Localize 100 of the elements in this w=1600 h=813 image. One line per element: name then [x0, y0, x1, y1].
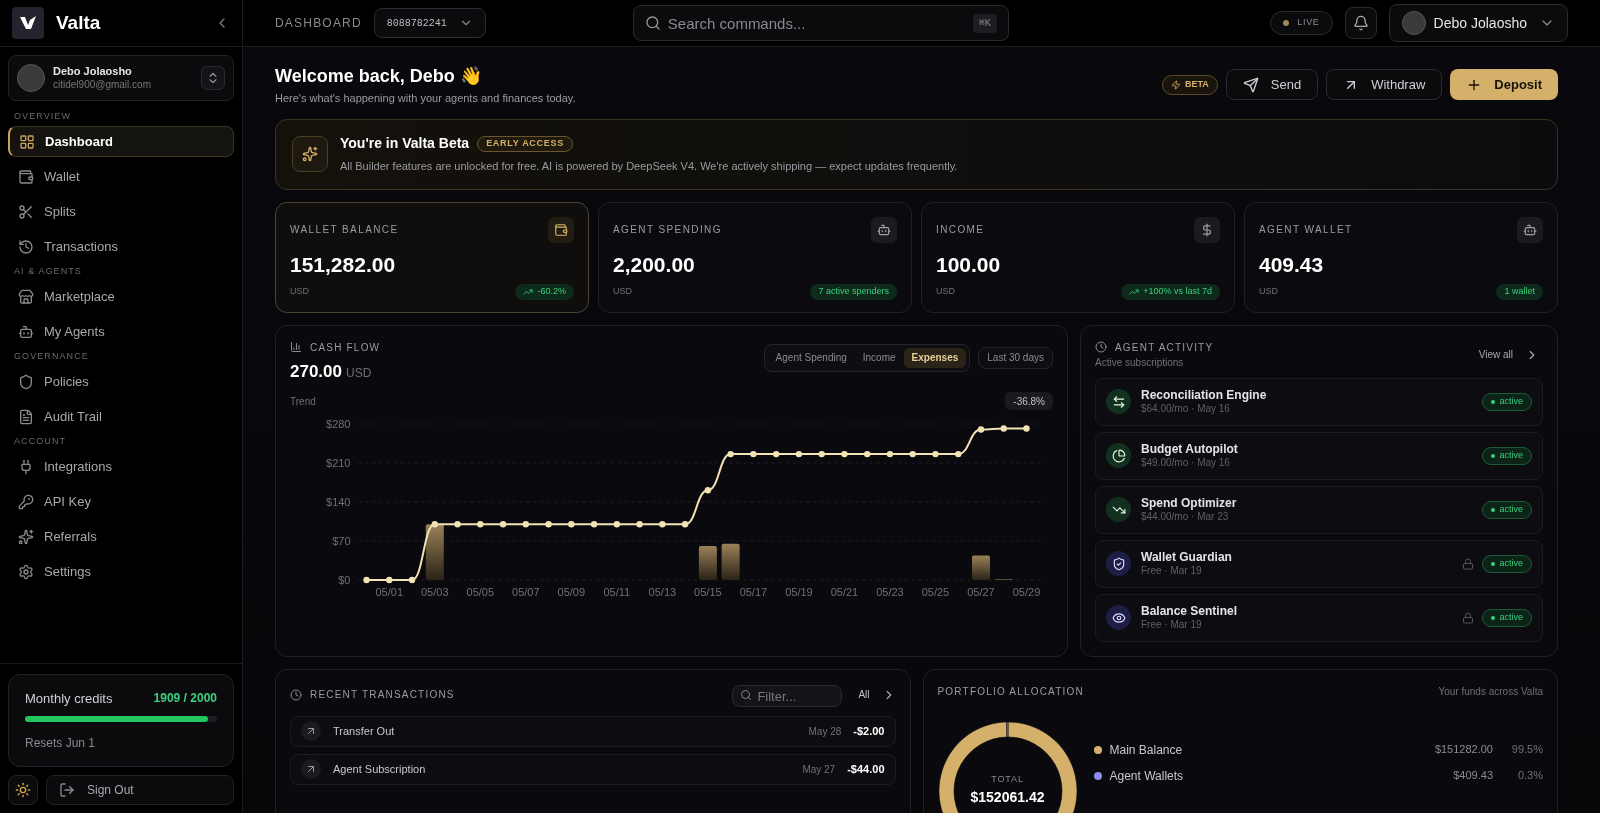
action-button[interactable]: Withdraw [1326, 69, 1443, 101]
chart-tab[interactable]: Income [854, 347, 904, 368]
legend-label: Trend [290, 394, 316, 409]
status-badge: active [1482, 500, 1532, 519]
banner-text: All Builder features are unlocked for free. AI is powered by DeepSeek V4. We're actively shipping — expect updates frequently. [340, 159, 958, 175]
stat-card[interactable]: INCOME 100.00 USD +100% vs last 7d [921, 201, 1235, 313]
scissors-icon [18, 203, 34, 220]
theme-toggle-button[interactable] [8, 775, 38, 805]
agent-row[interactable]: Budget Autopilot $49.00/mo · May 16 active [1095, 431, 1543, 480]
user-card[interactable]: Debo Jolaosho citidel900@gmail.com [8, 55, 234, 101]
nav-section-title: OVERVIEW [13, 109, 72, 123]
document-icon [18, 408, 34, 425]
transaction-row[interactable]: Transfer Out May 28 -$2.00 [290, 715, 896, 747]
agent-row[interactable]: Spend Optimizer $44.00/mo · Mar 23 active [1095, 485, 1543, 534]
card-subtitle: Active subscriptions [1095, 355, 1185, 370]
transaction-row[interactable]: Agent Subscription May 27 -$44.00 [290, 753, 896, 785]
nav-item[interactable]: Integrations [8, 451, 234, 482]
stat-card[interactable]: AGENT WALLET 409.43 USD 1 wallet [1244, 201, 1558, 313]
nav-item[interactable]: Splits [8, 196, 234, 227]
stat-badge: +100% vs last 7d [1121, 283, 1220, 300]
x-axis-label: 05/29 [1012, 586, 1041, 598]
stat-card[interactable]: WALLET BALANCE 151,282.00 USD -60.2% [275, 201, 589, 313]
robot-icon [877, 222, 891, 237]
nav-item[interactable]: Wallet [8, 161, 234, 192]
transaction-amount: -$44.00 [847, 761, 885, 777]
cash-flow-amount: 270.00 [290, 360, 342, 383]
data-point [545, 521, 552, 528]
stat-unit: USD [290, 284, 309, 298]
wallet-icon [18, 168, 34, 185]
nav-section-title: GOVERNANCE [13, 349, 90, 363]
credits-reset-note: Resets Jun 1 [25, 735, 97, 752]
transaction-amount: -$2.00 [853, 723, 885, 739]
stat-badge: -60.2% [515, 283, 574, 300]
all-link[interactable]: All [858, 687, 870, 702]
x-axis-label: 05/25 [921, 586, 950, 598]
data-point [750, 450, 757, 458]
card-title: PORTFOLIO ALLOCATION [937, 684, 1084, 699]
chart-tab[interactable]: Expenses [903, 347, 967, 368]
agent-row[interactable]: Reconciliation Engine $64.00/mo · May 16 active [1095, 377, 1543, 426]
transaction-date: May 27 [802, 762, 836, 777]
sparkles-icon [18, 528, 34, 545]
sun-icon [15, 782, 31, 798]
stat-value: 2,200.00 [613, 251, 696, 278]
range-button[interactable]: Last 30 days [978, 346, 1053, 369]
sparkles-icon [302, 146, 318, 162]
account-select[interactable]: 8088782241 [373, 8, 486, 38]
notifications-button[interactable] [1344, 7, 1377, 39]
nav-section-title: AI & AGENTS [13, 264, 83, 278]
chart-tab[interactable]: Agent Spending [767, 347, 855, 368]
nav-item[interactable]: Dashboard [8, 126, 234, 157]
nav-item[interactable]: My Agents [8, 316, 234, 347]
agent-name: Wallet Guardian [1141, 549, 1232, 565]
agent-row[interactable]: Wallet Guardian Free · Mar 19 active [1095, 539, 1543, 588]
stat-badge: 7 active spenders [810, 283, 897, 300]
agent-name: Balance Sentinel [1141, 603, 1238, 619]
nav-item[interactable]: Settings [8, 556, 234, 587]
nav-item[interactable]: Policies [8, 366, 234, 397]
legend-share: 99.5% [1510, 742, 1543, 758]
sign-out-icon [59, 782, 75, 798]
x-axis-label: 05/03 [421, 586, 449, 598]
sign-out-button[interactable]: Sign Out [46, 775, 234, 805]
data-point [590, 521, 598, 528]
beta-badge: BETA [1161, 74, 1218, 95]
nav-item[interactable]: Transactions [8, 231, 234, 262]
data-point [363, 576, 370, 584]
user-menu-button[interactable]: Debo Jolaosho [1388, 4, 1568, 42]
data-point [977, 426, 985, 433]
legend-amount: $151282.00 [1434, 742, 1493, 758]
dollar-icon [1200, 222, 1214, 237]
agent-meta: Free · Mar 19 [1141, 618, 1203, 632]
agent-row[interactable]: Balance Sentinel Free · Mar 19 active [1095, 593, 1543, 642]
data-point [886, 450, 894, 458]
data-point [659, 521, 666, 528]
status-badge: active [1482, 446, 1532, 465]
filter-field[interactable]: Filter... [732, 685, 843, 707]
history-icon [18, 238, 34, 255]
nav-section-title: ACCOUNT [13, 434, 68, 448]
search-icon [740, 688, 753, 701]
y-axis-label: $70 [332, 535, 351, 547]
legend-name: Main Balance [1109, 741, 1183, 759]
switch-account-button[interactable] [201, 66, 225, 90]
shield-icon [1111, 556, 1126, 571]
action-button[interactable]: Send [1225, 69, 1319, 101]
nav-item[interactable]: API Key [8, 486, 234, 517]
x-axis-label: 05/01 [375, 586, 403, 598]
primary-action-button[interactable]: Deposit [1450, 69, 1558, 101]
x-axis-label: 05/23 [876, 586, 904, 598]
agent-meta: $44.00/mo · Mar 23 [1141, 510, 1230, 524]
nav-item[interactable]: Referrals [8, 521, 234, 552]
banner-title: You're in Valta Beta [340, 134, 470, 154]
data-point [568, 521, 575, 528]
nav-item[interactable]: Marketplace [8, 281, 234, 312]
view-all-link[interactable]: View all [1478, 347, 1539, 362]
robot-icon [1523, 222, 1537, 237]
stat-value: 151,282.00 [290, 251, 397, 278]
brand-name: Valta [56, 10, 101, 35]
nav-item[interactable]: Audit Trail [8, 401, 234, 432]
stat-card[interactable]: AGENT SPENDING 2,200.00 USD 7 active spenders [598, 201, 912, 313]
clock-icon [290, 688, 302, 701]
stat-label: INCOME [936, 223, 985, 237]
